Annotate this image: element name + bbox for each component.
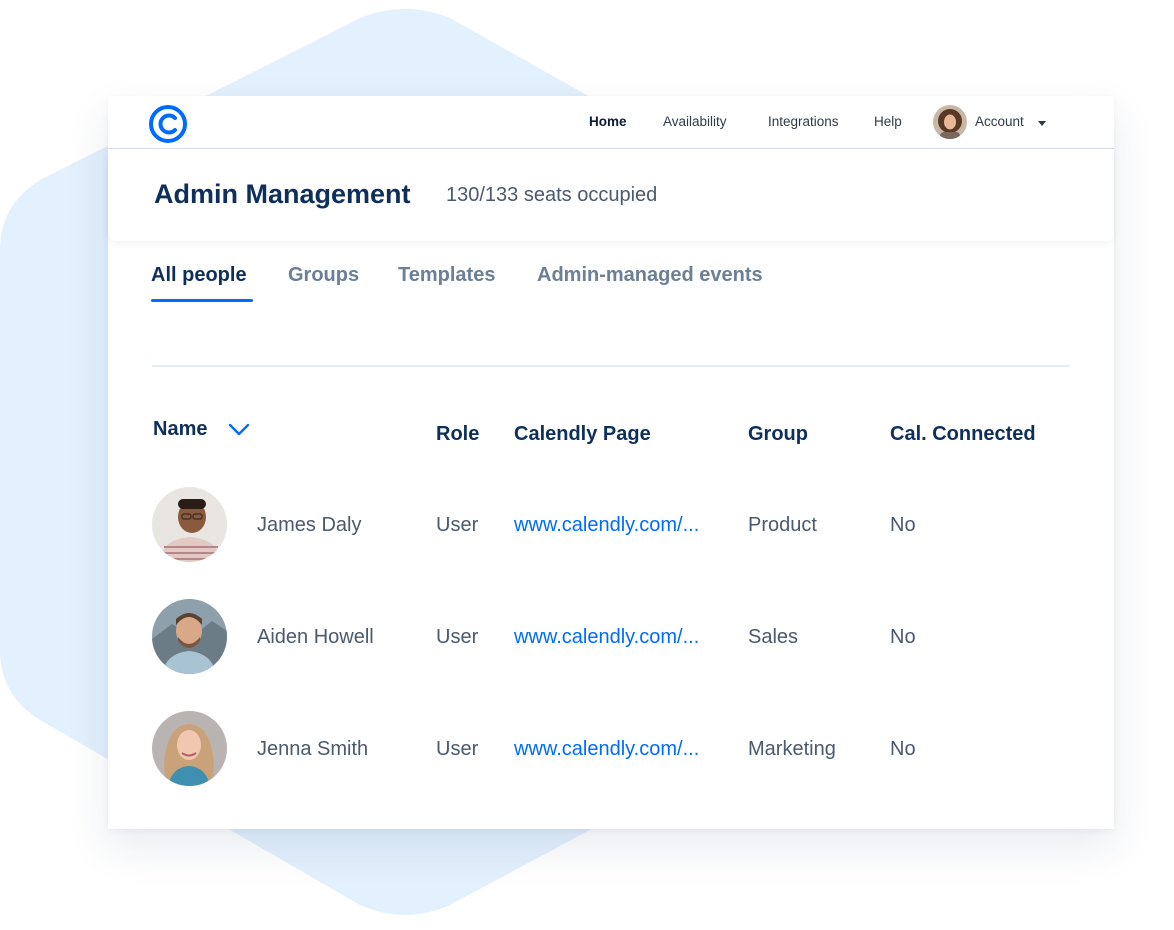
tab-groups[interactable]: Groups — [288, 264, 359, 287]
row-name: Aiden Howell — [257, 626, 374, 648]
row-group: Marketing — [748, 738, 836, 760]
column-header-cal-connected[interactable]: Cal. Connected — [890, 423, 1036, 446]
avatar — [152, 487, 227, 562]
row-calendly-link[interactable]: www.calendly.com/... — [514, 626, 699, 649]
row-role: User — [436, 626, 479, 648]
avatar — [152, 711, 227, 786]
row-connected: No — [890, 738, 916, 760]
nav-availability[interactable]: Availability — [663, 114, 727, 129]
row-calendly-link[interactable]: www.calendly.com/... — [514, 514, 699, 537]
row-role: User — [436, 738, 479, 760]
column-header-calendly-page[interactable]: Calendly Page — [514, 423, 651, 446]
row-group: Product — [748, 514, 817, 536]
seats-count: 130/133 seats occupied — [446, 184, 658, 206]
nav-account[interactable]: Account — [975, 114, 1024, 129]
row-connected: No — [890, 514, 916, 536]
admin-card: Home Availability Integrations Help Acco… — [108, 96, 1114, 829]
divider — [152, 365, 1070, 367]
active-tab-indicator — [151, 299, 253, 302]
column-header-name[interactable]: Name — [153, 418, 207, 441]
column-header-group[interactable]: Group — [748, 423, 808, 446]
row-calendly-link[interactable]: www.calendly.com/... — [514, 738, 699, 761]
page-header: Admin Management 130/133 seats occupied — [108, 149, 1114, 241]
nav-help[interactable]: Help — [874, 114, 902, 129]
avatar — [152, 599, 227, 674]
nav-integrations[interactable]: Integrations — [768, 114, 839, 129]
row-role: User — [436, 514, 479, 536]
page: Home Availability Integrations Help Acco… — [0, 0, 1174, 930]
row-name: James Daly — [257, 514, 362, 536]
row-group: Sales — [748, 626, 799, 648]
tab-all-people[interactable]: All people — [151, 264, 247, 287]
account-caret-icon[interactable] — [1038, 121, 1046, 126]
calendly-logo-icon[interactable] — [148, 104, 188, 144]
nav-home[interactable]: Home — [589, 114, 627, 129]
top-nav: Home Availability Integrations Help Acco… — [108, 96, 1114, 149]
chevron-down-icon[interactable] — [228, 423, 250, 437]
row-name: Jenna Smith — [257, 738, 369, 760]
tab-templates[interactable]: Templates — [398, 264, 495, 287]
row-connected: No — [890, 626, 916, 648]
account-avatar[interactable] — [933, 105, 967, 139]
page-title: Admin Management — [154, 179, 411, 209]
tab-admin-managed-events[interactable]: Admin-managed events — [537, 264, 763, 287]
column-header-role[interactable]: Role — [436, 423, 479, 446]
